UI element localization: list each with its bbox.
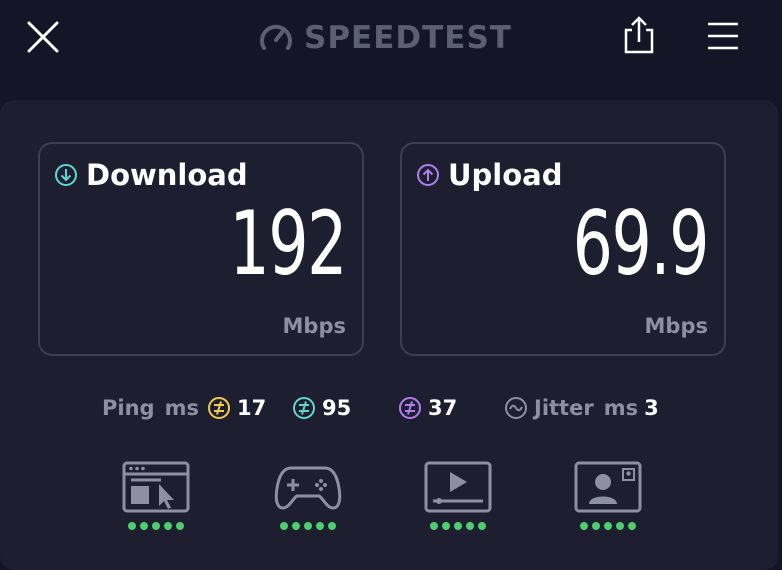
ping-idle-icon [207, 397, 230, 419]
jitter-icon [505, 397, 527, 419]
download-arrow-icon [55, 164, 77, 186]
upload-arrow-icon [417, 164, 439, 186]
rating-dot [316, 522, 324, 530]
download-value: 192 [229, 192, 347, 295]
rating-dots [120, 522, 192, 530]
rating-dot [454, 522, 462, 530]
ping-download-stat[interactable]: 95 [284, 392, 351, 424]
upload-value: 69.9 [572, 192, 710, 295]
rating-dot [478, 522, 486, 530]
menu-icon [708, 22, 738, 50]
rating-dot [580, 522, 588, 530]
ping-upload-value: 37 [428, 396, 458, 420]
logo-text: SPEEDTEST [304, 20, 512, 56]
gaming-icon [274, 466, 342, 510]
speedtest-logo: SPEEDTEST [258, 16, 512, 60]
app-rating-web[interactable] [120, 460, 192, 540]
download-unit: Mbps [282, 314, 346, 338]
upload-card[interactable]: Upload 69.9 Mbps [400, 142, 726, 356]
rating-dot [604, 522, 612, 530]
gauge-icon [260, 24, 292, 50]
rating-dot [140, 522, 148, 530]
app-ratings [0, 460, 782, 540]
share-button[interactable] [620, 14, 658, 56]
rating-dot [164, 522, 172, 530]
app-rating-streaming[interactable] [422, 460, 494, 540]
ping-upload-stat[interactable]: 37 [390, 392, 457, 424]
jitter-value: 3 [644, 396, 659, 420]
close-icon [27, 21, 59, 53]
rating-dot [176, 522, 184, 530]
ping-download-icon [293, 397, 315, 419]
rating-dot [328, 522, 336, 530]
rating-dot [430, 522, 438, 530]
upload-header: Upload [416, 158, 563, 192]
video-chat-icon [574, 461, 642, 513]
rating-dot [616, 522, 624, 530]
top-bar: SPEEDTEST [0, 0, 782, 78]
ping-idle-value: 17 [236, 396, 267, 420]
rating-dots [272, 522, 344, 530]
app-rating-gaming[interactable] [272, 460, 344, 540]
download-label: Download [86, 158, 248, 192]
rating-dot [128, 522, 136, 530]
rating-dots [422, 522, 494, 530]
app-rating-video-chat[interactable] [572, 460, 644, 540]
jitter-label: Jitter [534, 396, 594, 420]
ping-unit: ms [164, 396, 199, 420]
rating-dot [304, 522, 312, 530]
ping-download-value: 95 [322, 396, 352, 420]
rating-dot [442, 522, 450, 530]
menu-button[interactable] [704, 18, 742, 54]
rating-dot [280, 522, 288, 530]
rating-dot [628, 522, 636, 530]
rating-dot [592, 522, 600, 530]
upload-label: Upload [448, 158, 563, 192]
rating-dot [466, 522, 474, 530]
jitter-stat[interactable]: Jitter ms 3 [496, 392, 659, 424]
close-button[interactable] [24, 18, 62, 56]
download-header: Download [54, 158, 248, 192]
rating-dot [152, 522, 160, 530]
web-browsing-icon [122, 461, 190, 513]
jitter-unit: ms [603, 396, 639, 420]
ping-idle-stat[interactable]: Ping ms 17 [102, 392, 266, 424]
video-streaming-icon [424, 461, 492, 513]
download-card[interactable]: Download 192 Mbps [38, 142, 364, 356]
latency-stats: Ping ms 17 95 37 Jitter ms 3 [0, 392, 782, 424]
ping-label: Ping [102, 396, 155, 420]
rating-dot [292, 522, 300, 530]
rating-dots [572, 522, 644, 530]
upload-unit: Mbps [644, 314, 708, 338]
ping-upload-icon [399, 397, 421, 419]
share-icon [624, 16, 654, 54]
